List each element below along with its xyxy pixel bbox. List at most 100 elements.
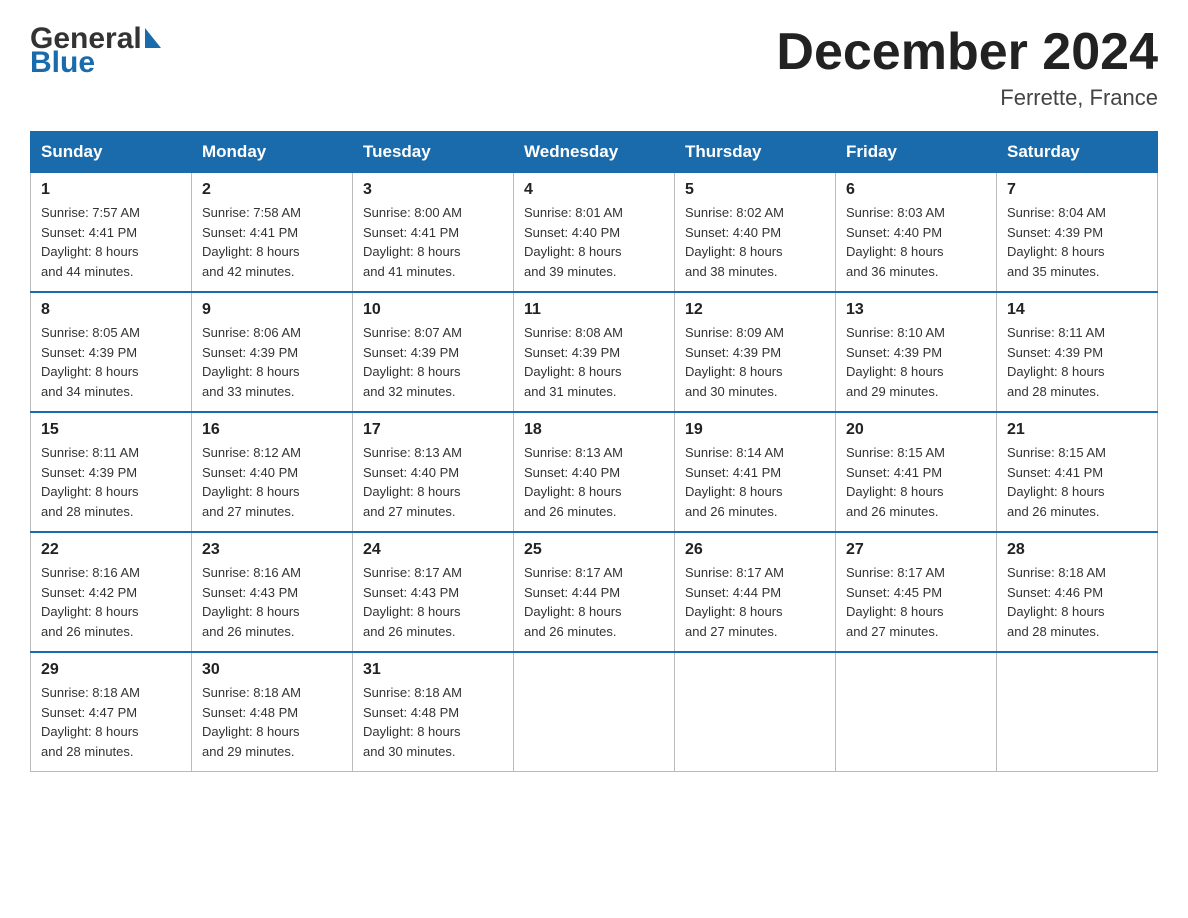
day-number: 4 [524,181,664,199]
calendar-day-cell: 2 Sunrise: 7:58 AM Sunset: 4:41 PM Dayli… [192,173,353,293]
day-info: Sunrise: 8:05 AM Sunset: 4:39 PM Dayligh… [41,323,181,401]
day-info: Sunrise: 8:03 AM Sunset: 4:40 PM Dayligh… [846,203,986,281]
day-number: 31 [363,661,503,679]
calendar-day-cell: 25 Sunrise: 8:17 AM Sunset: 4:44 PM Dayl… [514,532,675,652]
calendar-day-cell: 23 Sunrise: 8:16 AM Sunset: 4:43 PM Dayl… [192,532,353,652]
calendar-day-cell: 31 Sunrise: 8:18 AM Sunset: 4:48 PM Dayl… [353,652,514,772]
calendar-day-cell [675,652,836,772]
day-info: Sunrise: 8:15 AM Sunset: 4:41 PM Dayligh… [1007,443,1147,521]
calendar-header-row: SundayMondayTuesdayWednesdayThursdayFrid… [31,132,1158,173]
day-number: 2 [202,181,342,199]
logo: General Blue [30,24,161,78]
calendar-day-cell: 20 Sunrise: 8:15 AM Sunset: 4:41 PM Dayl… [836,412,997,532]
calendar-table: SundayMondayTuesdayWednesdayThursdayFrid… [30,131,1158,772]
day-number: 6 [846,181,986,199]
day-number: 13 [846,301,986,319]
calendar-day-cell: 3 Sunrise: 8:00 AM Sunset: 4:41 PM Dayli… [353,173,514,293]
calendar-day-cell: 21 Sunrise: 8:15 AM Sunset: 4:41 PM Dayl… [997,412,1158,532]
calendar-week-row: 1 Sunrise: 7:57 AM Sunset: 4:41 PM Dayli… [31,173,1158,293]
calendar-day-cell: 28 Sunrise: 8:18 AM Sunset: 4:46 PM Dayl… [997,532,1158,652]
day-info: Sunrise: 8:18 AM Sunset: 4:47 PM Dayligh… [41,683,181,761]
logo-blue-text: Blue [30,48,95,78]
calendar-day-cell: 4 Sunrise: 8:01 AM Sunset: 4:40 PM Dayli… [514,173,675,293]
day-info: Sunrise: 8:14 AM Sunset: 4:41 PM Dayligh… [685,443,825,521]
day-number: 17 [363,421,503,439]
day-number: 8 [41,301,181,319]
day-info: Sunrise: 7:58 AM Sunset: 4:41 PM Dayligh… [202,203,342,281]
day-number: 28 [1007,541,1147,559]
calendar-day-cell: 22 Sunrise: 8:16 AM Sunset: 4:42 PM Dayl… [31,532,192,652]
day-info: Sunrise: 8:16 AM Sunset: 4:43 PM Dayligh… [202,563,342,641]
day-info: Sunrise: 8:07 AM Sunset: 4:39 PM Dayligh… [363,323,503,401]
calendar-day-cell [836,652,997,772]
day-number: 25 [524,541,664,559]
calendar-day-cell: 11 Sunrise: 8:08 AM Sunset: 4:39 PM Dayl… [514,292,675,412]
day-number: 18 [524,421,664,439]
calendar-day-cell: 10 Sunrise: 8:07 AM Sunset: 4:39 PM Dayl… [353,292,514,412]
day-info: Sunrise: 8:12 AM Sunset: 4:40 PM Dayligh… [202,443,342,521]
day-number: 11 [524,301,664,319]
calendar-day-cell: 18 Sunrise: 8:13 AM Sunset: 4:40 PM Dayl… [514,412,675,532]
day-info: Sunrise: 8:01 AM Sunset: 4:40 PM Dayligh… [524,203,664,281]
day-info: Sunrise: 8:18 AM Sunset: 4:48 PM Dayligh… [202,683,342,761]
calendar-header-saturday: Saturday [997,132,1158,173]
calendar-day-cell: 13 Sunrise: 8:10 AM Sunset: 4:39 PM Dayl… [836,292,997,412]
day-info: Sunrise: 8:17 AM Sunset: 4:45 PM Dayligh… [846,563,986,641]
day-number: 10 [363,301,503,319]
day-info: Sunrise: 8:17 AM Sunset: 4:44 PM Dayligh… [524,563,664,641]
calendar-header-friday: Friday [836,132,997,173]
calendar-week-row: 15 Sunrise: 8:11 AM Sunset: 4:39 PM Dayl… [31,412,1158,532]
location: Ferrette, France [776,85,1158,111]
page-header: General Blue December 2024 Ferrette, Fra… [30,24,1158,111]
calendar-day-cell: 15 Sunrise: 8:11 AM Sunset: 4:39 PM Dayl… [31,412,192,532]
day-number: 16 [202,421,342,439]
calendar-header-tuesday: Tuesday [353,132,514,173]
calendar-week-row: 8 Sunrise: 8:05 AM Sunset: 4:39 PM Dayli… [31,292,1158,412]
day-number: 1 [41,181,181,199]
day-info: Sunrise: 8:00 AM Sunset: 4:41 PM Dayligh… [363,203,503,281]
title-block: December 2024 Ferrette, France [776,24,1158,111]
day-number: 9 [202,301,342,319]
calendar-day-cell: 27 Sunrise: 8:17 AM Sunset: 4:45 PM Dayl… [836,532,997,652]
calendar-day-cell: 19 Sunrise: 8:14 AM Sunset: 4:41 PM Dayl… [675,412,836,532]
day-number: 15 [41,421,181,439]
day-number: 22 [41,541,181,559]
day-info: Sunrise: 8:17 AM Sunset: 4:43 PM Dayligh… [363,563,503,641]
calendar-week-row: 22 Sunrise: 8:16 AM Sunset: 4:42 PM Dayl… [31,532,1158,652]
day-number: 5 [685,181,825,199]
day-info: Sunrise: 7:57 AM Sunset: 4:41 PM Dayligh… [41,203,181,281]
day-info: Sunrise: 8:11 AM Sunset: 4:39 PM Dayligh… [41,443,181,521]
day-info: Sunrise: 8:08 AM Sunset: 4:39 PM Dayligh… [524,323,664,401]
day-number: 30 [202,661,342,679]
calendar-day-cell: 24 Sunrise: 8:17 AM Sunset: 4:43 PM Dayl… [353,532,514,652]
day-number: 21 [1007,421,1147,439]
calendar-day-cell: 9 Sunrise: 8:06 AM Sunset: 4:39 PM Dayli… [192,292,353,412]
calendar-day-cell [997,652,1158,772]
calendar-day-cell: 30 Sunrise: 8:18 AM Sunset: 4:48 PM Dayl… [192,652,353,772]
day-info: Sunrise: 8:15 AM Sunset: 4:41 PM Dayligh… [846,443,986,521]
calendar-day-cell [514,652,675,772]
day-number: 12 [685,301,825,319]
month-title: December 2024 [776,24,1158,81]
calendar-day-cell: 17 Sunrise: 8:13 AM Sunset: 4:40 PM Dayl… [353,412,514,532]
day-number: 29 [41,661,181,679]
calendar-header-sunday: Sunday [31,132,192,173]
day-number: 24 [363,541,503,559]
calendar-week-row: 29 Sunrise: 8:18 AM Sunset: 4:47 PM Dayl… [31,652,1158,772]
calendar-day-cell: 1 Sunrise: 7:57 AM Sunset: 4:41 PM Dayli… [31,173,192,293]
calendar-day-cell: 6 Sunrise: 8:03 AM Sunset: 4:40 PM Dayli… [836,173,997,293]
calendar-header-thursday: Thursday [675,132,836,173]
calendar-day-cell: 8 Sunrise: 8:05 AM Sunset: 4:39 PM Dayli… [31,292,192,412]
calendar-day-cell: 5 Sunrise: 8:02 AM Sunset: 4:40 PM Dayli… [675,173,836,293]
day-number: 3 [363,181,503,199]
calendar-day-cell: 7 Sunrise: 8:04 AM Sunset: 4:39 PM Dayli… [997,173,1158,293]
day-number: 27 [846,541,986,559]
day-number: 23 [202,541,342,559]
day-info: Sunrise: 8:06 AM Sunset: 4:39 PM Dayligh… [202,323,342,401]
day-info: Sunrise: 8:17 AM Sunset: 4:44 PM Dayligh… [685,563,825,641]
day-info: Sunrise: 8:13 AM Sunset: 4:40 PM Dayligh… [363,443,503,521]
day-info: Sunrise: 8:11 AM Sunset: 4:39 PM Dayligh… [1007,323,1147,401]
day-info: Sunrise: 8:04 AM Sunset: 4:39 PM Dayligh… [1007,203,1147,281]
calendar-day-cell: 14 Sunrise: 8:11 AM Sunset: 4:39 PM Dayl… [997,292,1158,412]
day-info: Sunrise: 8:18 AM Sunset: 4:46 PM Dayligh… [1007,563,1147,641]
